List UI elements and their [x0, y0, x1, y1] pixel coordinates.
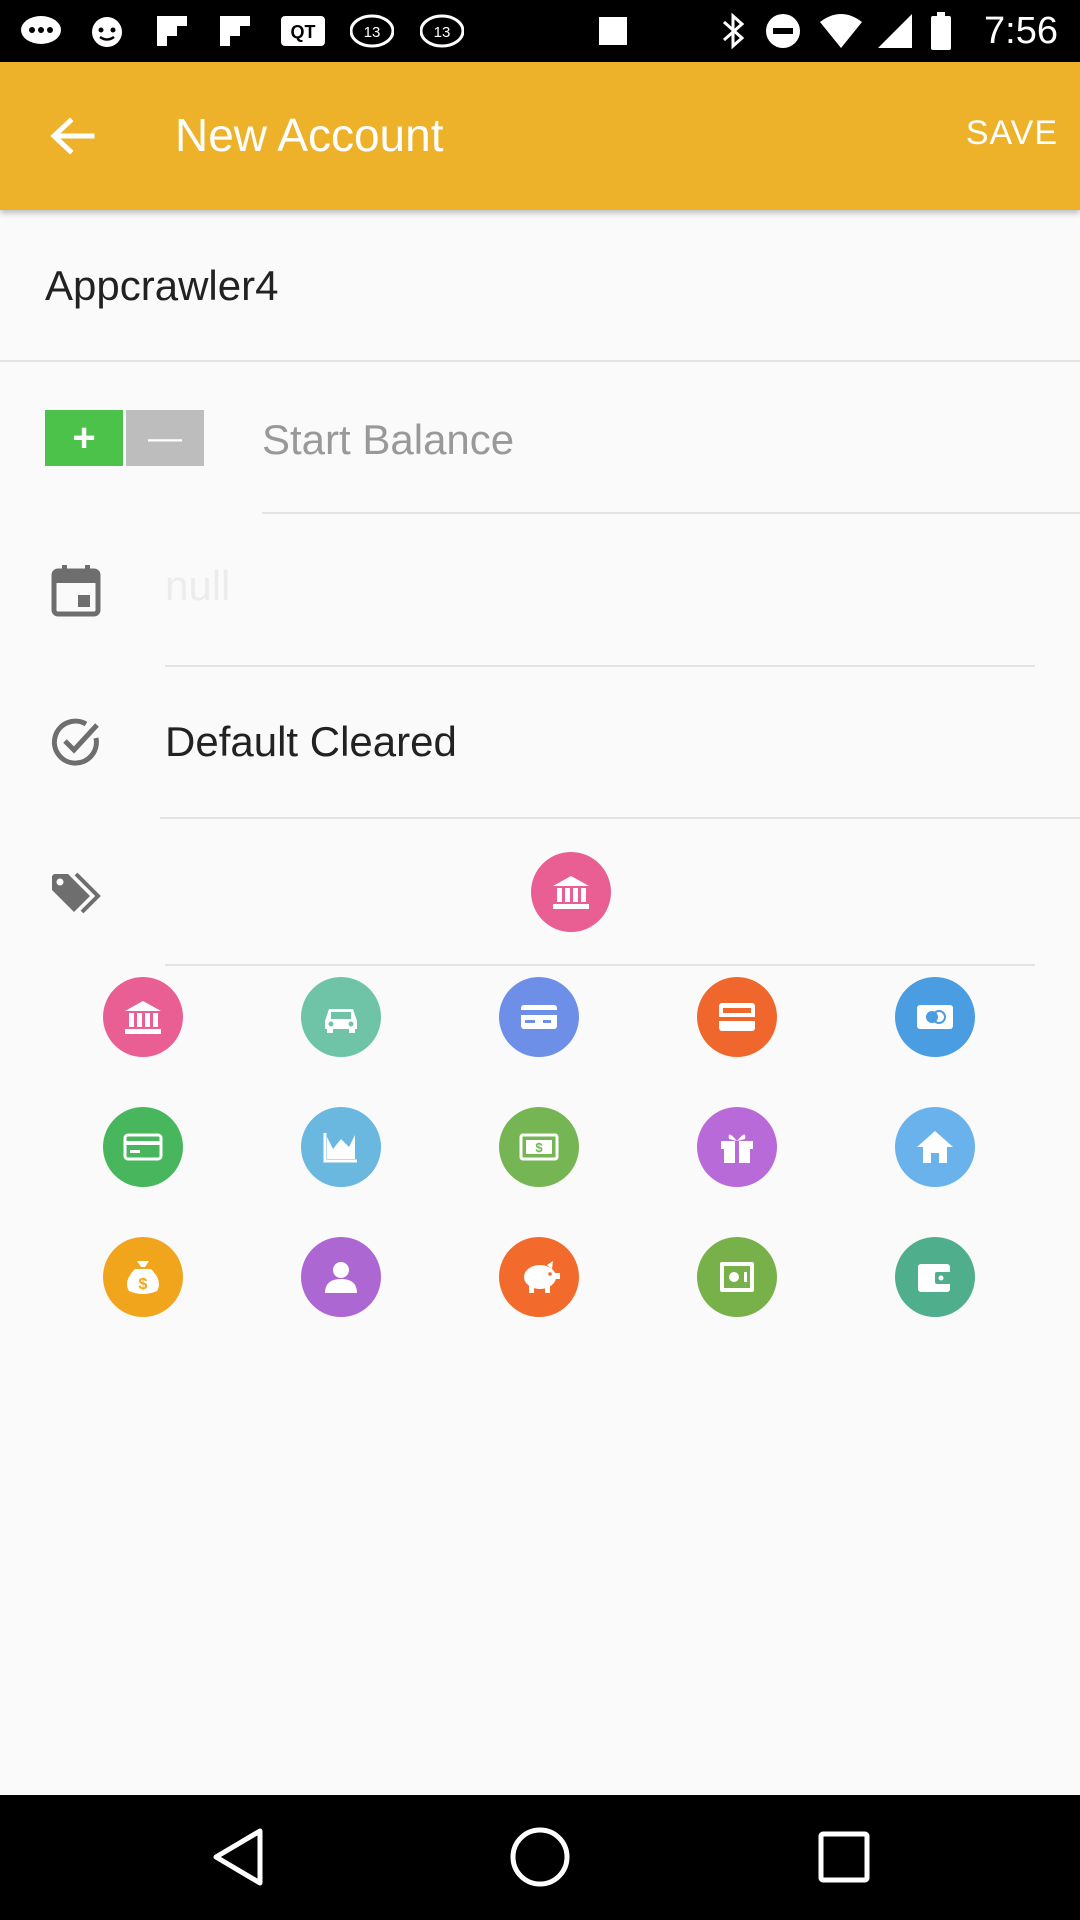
game-controller-icon — [88, 12, 126, 50]
cash-icon: $ — [519, 1133, 559, 1161]
person-icon — [325, 1262, 357, 1293]
nav-home-button[interactable] — [508, 1825, 572, 1889]
abc13-icon: 13 — [350, 12, 394, 50]
account-icon-option[interactable] — [697, 1237, 777, 1317]
cleared-underline — [160, 817, 1080, 819]
account-icon-option[interactable] — [103, 977, 183, 1057]
app-bar: New Account SAVE — [0, 62, 1080, 210]
page-title: New Account — [175, 109, 444, 161]
svg-text:$: $ — [139, 1276, 148, 1293]
car-icon — [325, 1009, 357, 1033]
nav-back-button[interactable] — [206, 1825, 270, 1889]
battery-icon — [930, 12, 952, 55]
negative-sign-button[interactable]: — — [126, 410, 204, 466]
date-field[interactable]: null — [165, 562, 230, 610]
start-balance-input[interactable] — [262, 410, 1062, 470]
account-name-field[interactable]: Appcrawler4 — [45, 262, 278, 310]
account-icon-option[interactable] — [499, 1237, 579, 1317]
money-bag-icon: $ — [127, 1261, 159, 1294]
status-time: 7:56 — [984, 10, 1058, 52]
account-icon-option[interactable] — [895, 1237, 975, 1317]
bank-icon — [125, 1001, 161, 1034]
wifi-icon — [818, 12, 864, 55]
account-icon-option[interactable] — [301, 1107, 381, 1187]
status-bar: QT 13 13 7:56 — [0, 0, 1080, 62]
svg-text:13: 13 — [364, 24, 381, 41]
abc13-icon: 13 — [420, 12, 464, 50]
icon-underline — [165, 964, 1035, 966]
account-icon-option[interactable] — [697, 977, 777, 1057]
svg-text:QT: QT — [291, 22, 316, 42]
flipboard-icon — [155, 12, 189, 50]
arrow-back-icon — [50, 117, 95, 155]
account-icon-option[interactable]: $ — [103, 1237, 183, 1317]
date-underline — [165, 665, 1035, 667]
gift-icon — [721, 1134, 753, 1163]
calendar-icon[interactable] — [48, 563, 104, 619]
piggy-bank-icon — [524, 1261, 560, 1293]
save-button[interactable]: SAVE — [966, 114, 1058, 153]
cell-signal-icon — [876, 12, 914, 55]
bank-icon — [553, 876, 589, 909]
flipboard-icon — [218, 12, 252, 50]
account-icon-option[interactable]: $ — [499, 1107, 579, 1187]
cleared-status-field[interactable]: Default Cleared — [165, 718, 457, 766]
nav-recents-button[interactable] — [812, 1825, 876, 1889]
account-icon-option[interactable] — [103, 1107, 183, 1187]
account-icon-option[interactable] — [301, 977, 381, 1057]
stop-icon — [596, 12, 630, 50]
account-icon-option[interactable] — [895, 977, 975, 1057]
home-icon — [917, 1131, 953, 1163]
account-icon-option[interactable] — [697, 1107, 777, 1187]
debit-card-icon — [719, 1003, 755, 1031]
minus-label: — — [148, 419, 182, 457]
divider — [0, 360, 1080, 362]
chart-icon — [323, 1133, 357, 1163]
messages-icon — [20, 12, 62, 50]
credit-card-icon — [521, 1005, 557, 1029]
payment-card-icon — [123, 1133, 163, 1161]
account-icon-option[interactable] — [895, 1107, 975, 1187]
recents-square-icon — [818, 1831, 870, 1883]
svg-text:13: 13 — [434, 24, 451, 41]
system-nav-bar — [0, 1795, 1080, 1920]
back-triangle-icon — [213, 1828, 263, 1886]
positive-sign-button[interactable]: + — [45, 410, 123, 466]
qt-icon: QT — [280, 12, 326, 50]
account-icon-option[interactable] — [301, 1237, 381, 1317]
back-button[interactable] — [30, 106, 114, 166]
do-not-disturb-icon — [764, 12, 802, 55]
wallet-icon — [918, 1264, 953, 1292]
home-circle-icon — [510, 1827, 570, 1887]
safe-icon — [720, 1262, 754, 1292]
svg-text:$: $ — [535, 1140, 543, 1155]
check-circle-icon — [48, 714, 104, 770]
balance-underline — [262, 512, 1080, 514]
bluetooth-icon — [720, 12, 748, 55]
plus-label: + — [72, 416, 96, 460]
account-icon-option[interactable] — [499, 977, 579, 1057]
selected-account-icon[interactable] — [531, 852, 611, 932]
id-card-icon — [917, 1005, 953, 1029]
tag-icon — [48, 866, 104, 922]
